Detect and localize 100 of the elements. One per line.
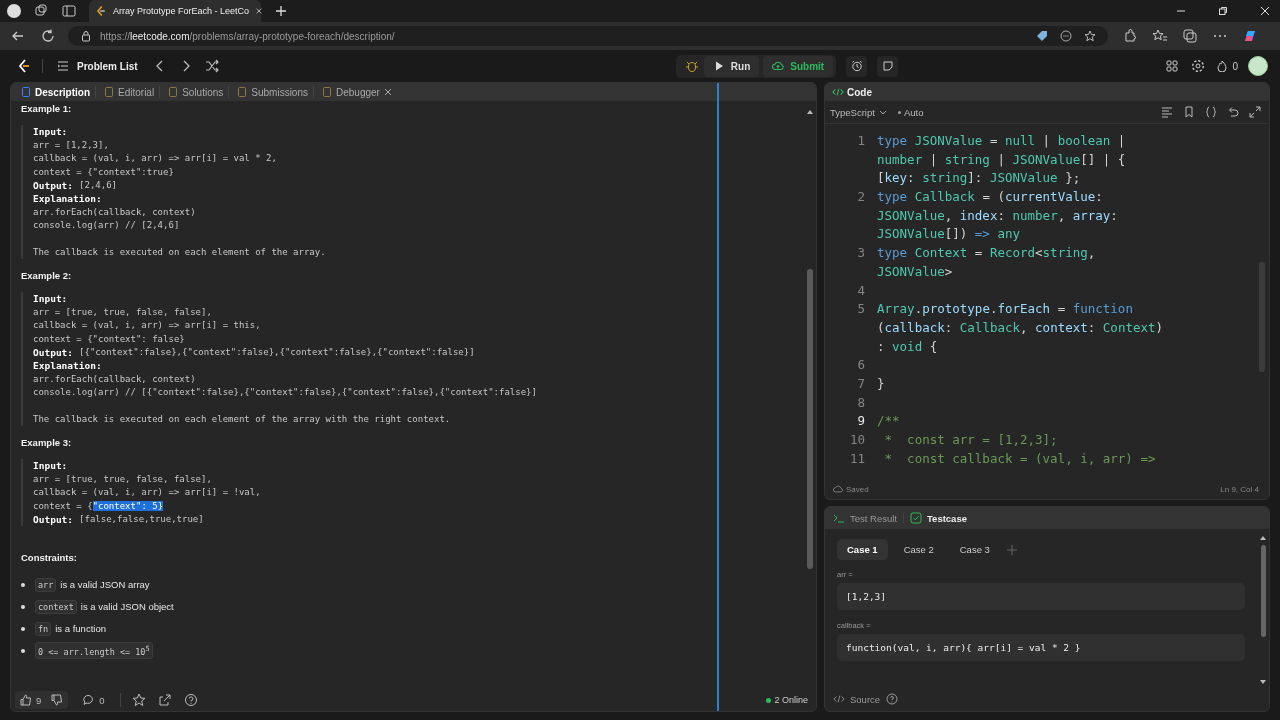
speech-bubble-icon bbox=[83, 694, 96, 706]
case-tab[interactable]: Case 1 bbox=[837, 539, 888, 560]
example-code: The callback is executed on each element of the array. bbox=[33, 247, 326, 258]
favorites-icon[interactable] bbox=[1152, 28, 1168, 44]
document-icon bbox=[167, 86, 180, 98]
close-icon[interactable] bbox=[255, 7, 264, 15]
panel-tab[interactable]: Description bbox=[15, 86, 96, 98]
reload-icon[interactable] bbox=[40, 28, 56, 44]
code-line: : void { bbox=[877, 337, 939, 356]
bullet-icon bbox=[21, 648, 25, 653]
terminal-icon bbox=[833, 512, 845, 524]
shuffle-icon[interactable] bbox=[203, 58, 220, 74]
case-tab[interactable]: Case 2 bbox=[893, 539, 944, 560]
workspaces-icon[interactable] bbox=[33, 3, 49, 19]
line-number: 8 bbox=[856, 393, 866, 412]
settings-icon[interactable] bbox=[1190, 58, 1207, 74]
undo-icon[interactable] bbox=[1227, 106, 1239, 118]
star-icon[interactable] bbox=[130, 692, 147, 708]
run-button[interactable]: Run bbox=[703, 55, 760, 77]
braces-icon[interactable] bbox=[1205, 106, 1217, 118]
case-tab[interactable]: Case 3 bbox=[949, 539, 1000, 560]
example-label: Input: bbox=[33, 460, 68, 471]
code-line: /** bbox=[877, 412, 901, 431]
bookmark-icon[interactable] bbox=[1183, 106, 1195, 118]
code-line: } bbox=[877, 374, 886, 393]
tag-icon[interactable] bbox=[1036, 30, 1048, 42]
help-icon[interactable] bbox=[886, 693, 899, 705]
panel-tab[interactable]: Submissions bbox=[231, 86, 314, 98]
code-line: (callback: Callback, context: Context) bbox=[877, 318, 1165, 337]
layout-icon[interactable] bbox=[1164, 58, 1181, 74]
notes-button[interactable] bbox=[877, 55, 899, 77]
example-heading: Example 2: bbox=[21, 269, 73, 283]
panel-tab[interactable]: Testcase bbox=[906, 512, 971, 524]
panel-tab[interactable]: Solutions bbox=[162, 86, 230, 98]
code-line: type Context = Record<string, bbox=[877, 244, 1097, 263]
flame-icon bbox=[1216, 60, 1229, 72]
bullet-icon bbox=[21, 626, 25, 631]
example-code: callback = (val, i, arr) => arr[i] = val * 2, bbox=[33, 153, 277, 164]
like-button[interactable]: 9 bbox=[15, 691, 47, 709]
example-value: [false,false,true,true] bbox=[79, 514, 204, 525]
example-code: arr = [true, true, false, false], bbox=[33, 473, 212, 484]
close-icon[interactable] bbox=[382, 87, 393, 97]
code-line: number | string | JSONValue[] | { bbox=[877, 150, 1127, 169]
alarm-clock-icon bbox=[850, 60, 863, 72]
format-icon[interactable] bbox=[1161, 106, 1173, 118]
code-icon bbox=[833, 693, 845, 705]
close-icon[interactable] bbox=[1260, 6, 1270, 16]
copilot-icon[interactable] bbox=[1242, 28, 1258, 44]
expand-icon[interactable] bbox=[1249, 106, 1261, 118]
mode-label[interactable]: Auto bbox=[903, 106, 924, 118]
bullet-icon bbox=[21, 582, 25, 587]
example-code: context = {"context": false} bbox=[33, 333, 185, 344]
scrollbar-thumb[interactable] bbox=[807, 269, 813, 569]
example-code: context = {"context":true} bbox=[33, 166, 174, 177]
code-line: type JSONValue = null | boolean | bbox=[877, 132, 1127, 150]
inline-code: context bbox=[35, 599, 77, 614]
collections-icon[interactable] bbox=[1182, 28, 1198, 44]
parameter-field[interactable]: [1,2,3] bbox=[837, 583, 1245, 610]
scrollbar-thumb[interactable] bbox=[1260, 545, 1266, 637]
panel-tab[interactable]: Editorial bbox=[98, 86, 161, 98]
line-number: 7 bbox=[856, 374, 866, 393]
constraints-heading: Constraints: bbox=[21, 551, 78, 565]
share-icon[interactable] bbox=[156, 692, 173, 708]
inline-code: 0 <= arr.length <= 10$^{5}$ bbox=[35, 642, 153, 660]
language-dropdown[interactable]: TypeScript bbox=[830, 106, 888, 118]
restore-icon[interactable] bbox=[1218, 6, 1228, 16]
tab-actions-icon[interactable] bbox=[61, 3, 77, 19]
submit-button[interactable]: Submit bbox=[763, 55, 834, 77]
comments-button[interactable]: 0 bbox=[78, 691, 110, 709]
timer-button[interactable] bbox=[846, 55, 868, 77]
leetcode-logo-icon[interactable] bbox=[16, 58, 32, 74]
profile-icon[interactable] bbox=[7, 4, 21, 18]
panel-tab[interactable]: Test Result bbox=[829, 512, 901, 524]
example-code: arr.forEach(callback, context) bbox=[33, 207, 196, 218]
line-number: 5 bbox=[856, 300, 866, 319]
cloud-icon bbox=[833, 484, 843, 494]
problem-list-button[interactable]: Problem List bbox=[53, 60, 142, 72]
avatar[interactable] bbox=[1248, 56, 1268, 76]
browser-tab[interactable]: Array Prototype ForEach - LeetCo bbox=[89, 0, 261, 22]
inline-code: fn bbox=[35, 621, 52, 636]
save-status: Saved bbox=[833, 484, 869, 494]
panel-tab[interactable]: Debugger bbox=[316, 86, 398, 98]
extensions-icon[interactable] bbox=[1122, 28, 1138, 44]
more-icon[interactable] bbox=[1060, 30, 1072, 42]
note-icon bbox=[881, 60, 894, 72]
code-line: JSONValue> bbox=[877, 262, 954, 281]
example-label: Output: bbox=[33, 346, 74, 358]
help-icon[interactable] bbox=[182, 692, 199, 708]
code-line: JSONValue, index: number, array: bbox=[877, 206, 1119, 225]
example-code: arr = [1,2,3], bbox=[33, 140, 109, 151]
parameter-field[interactable]: function(val, i, arr){ arr[i] = val * 2 } bbox=[837, 634, 1245, 661]
source-button[interactable]: Source bbox=[833, 693, 881, 705]
line-number: 10 bbox=[848, 431, 866, 450]
example-code: context = { bbox=[33, 500, 93, 511]
address-field[interactable]: https://leetcode.com/problems/array-prototype-foreach/description/ bbox=[68, 26, 1108, 46]
new-tab-icon[interactable] bbox=[273, 3, 289, 19]
example-value: [2,4,6] bbox=[79, 180, 117, 191]
line-number: 6 bbox=[856, 356, 866, 375]
thumbs-down-icon bbox=[51, 694, 64, 706]
star-icon[interactable] bbox=[1084, 30, 1096, 42]
